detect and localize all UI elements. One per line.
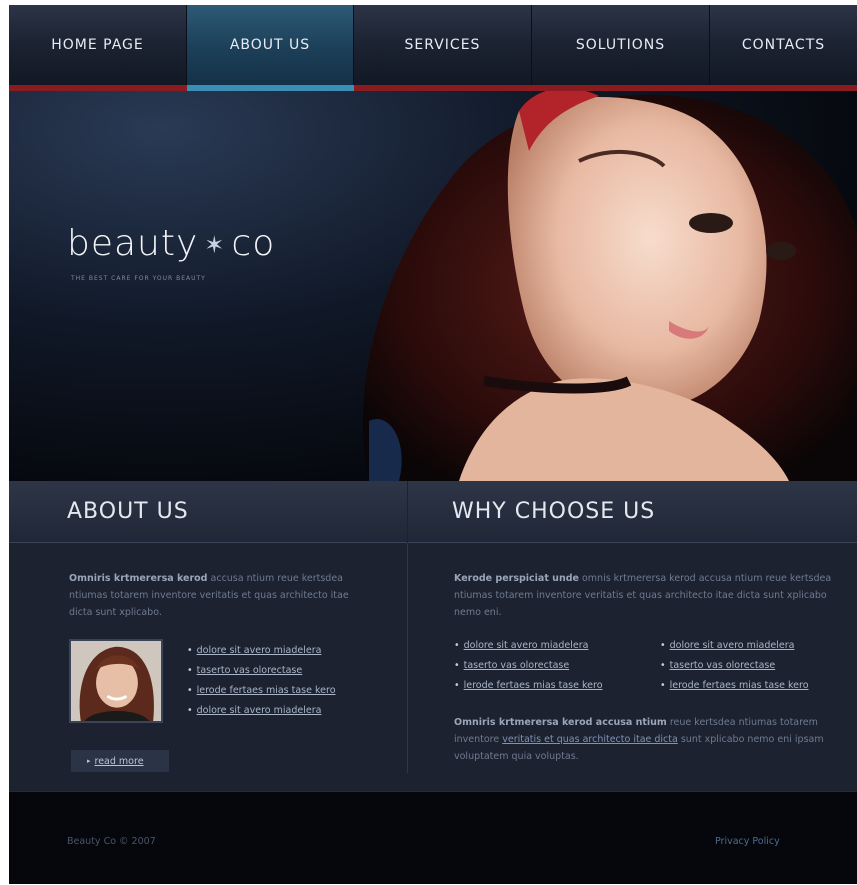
why-link-left-3[interactable]: • lerode fertaes mias tase kero (454, 676, 603, 696)
why-link-right-1[interactable]: • dolore sit avero miadelera (660, 636, 809, 656)
why-link-right-2[interactable]: • taserto vas olorectase (660, 656, 809, 676)
logo-text-left: beauty (67, 223, 199, 264)
privacy-policy-link[interactable]: Privacy Policy (715, 836, 780, 847)
about-link-1[interactable]: • dolore sit avero miadelera (187, 641, 336, 661)
column-divider (407, 543, 408, 773)
footer: Beauty Co © 2007 Privacy Policy (9, 791, 857, 884)
why-link-text[interactable]: lerode fertaes mias tase kero (670, 680, 809, 691)
bullet-icon: • (454, 640, 460, 651)
why-link-right-3[interactable]: • lerode fertaes mias tase kero (660, 676, 809, 696)
why-header: WHY CHOOSE US (408, 481, 857, 543)
bullet-icon: • (187, 645, 193, 656)
why-link-text[interactable]: taserto vas olorectase (464, 660, 570, 671)
about-link-text[interactable]: taserto vas olorectase (197, 665, 303, 676)
bullet-icon: • (660, 680, 666, 691)
about-link-2[interactable]: • taserto vas olorectase (187, 661, 336, 681)
logo-text-right: co (231, 223, 276, 264)
hero-portrait-image (362, 91, 857, 481)
why-link-text[interactable]: lerode fertaes mias tase kero (464, 680, 603, 691)
read-more-label: read more (94, 755, 144, 767)
why-outro: Omniris krtmerersa kerod accusa ntium re… (454, 714, 834, 765)
nav-solutions[interactable]: SOLUTIONS (532, 5, 710, 85)
why-intro: Kerode perspiciat unde omnis krtmerersa … (454, 570, 834, 621)
content-area: ABOUT US WHY CHOOSE US Omniris krtmerers… (9, 481, 857, 791)
brand-logo[interactable]: beauty ✶ co (67, 223, 275, 264)
bullet-icon: • (187, 685, 193, 696)
portrait-thumbnail-image (71, 641, 161, 721)
why-link-text[interactable]: dolore sit avero miadelera (670, 640, 795, 651)
nav-contacts[interactable]: CONTACTS (710, 5, 857, 85)
bullet-icon: • (660, 640, 666, 651)
bullet-icon: • (454, 660, 460, 671)
page-frame: HOME PAGE ABOUT US SERVICES SOLUTIONS CO… (9, 5, 857, 884)
about-header: ABOUT US (9, 481, 407, 543)
why-outro-link[interactable]: veritatis et quas architecto itae dicta (502, 734, 678, 745)
about-title: ABOUT US (67, 499, 189, 524)
about-link-text[interactable]: dolore sit avero miadelera (197, 645, 322, 656)
why-link-left-2[interactable]: • taserto vas olorectase (454, 656, 603, 676)
why-link-left-1[interactable]: • dolore sit avero miadelera (454, 636, 603, 656)
about-link-text[interactable]: lerode fertaes mias tase kero (197, 685, 336, 696)
why-intro-bold: Kerode perspiciat unde (454, 573, 579, 584)
why-link-text[interactable]: dolore sit avero miadelera (464, 640, 589, 651)
why-link-text[interactable]: taserto vas olorectase (670, 660, 776, 671)
about-link-3[interactable]: • lerode fertaes mias tase kero (187, 681, 336, 701)
about-intro-bold: Omniris krtmerersa kerod (69, 573, 208, 584)
bullet-icon: • (454, 680, 460, 691)
about-link-4[interactable]: • dolore sit avero miadelera (187, 701, 336, 721)
nav-home[interactable]: HOME PAGE (9, 5, 187, 85)
main-nav: HOME PAGE ABOUT US SERVICES SOLUTIONS CO… (9, 5, 857, 85)
copyright-text: Beauty Co © 2007 (67, 836, 156, 847)
nav-about-us[interactable]: ABOUT US (187, 5, 354, 85)
bullet-icon: • (660, 660, 666, 671)
star-icon: ✶ (204, 231, 226, 259)
bullet-icon: • (187, 665, 193, 676)
brand-tagline: THE BEST CARE FOR YOUR BEAUTY (71, 275, 206, 282)
why-links-right: • dolore sit avero miadelera • taserto vas… (660, 636, 809, 696)
about-thumbnail (69, 639, 163, 723)
why-outro-bold: Omniris krtmerersa kerod accusa ntium (454, 717, 667, 728)
bullet-icon: • (187, 705, 193, 716)
about-intro: Omniris krtmerersa kerod accusa ntium re… (69, 570, 369, 621)
read-more-button[interactable]: ▸ read more (71, 750, 169, 772)
about-links: • dolore sit avero miadelera • taserto vas… (187, 641, 336, 721)
why-links-left: • dolore sit avero miadelera • taserto vas… (454, 636, 603, 696)
hero-banner: beauty ✶ co THE BEST CARE FOR YOUR BEAUTY (9, 91, 857, 481)
arrow-right-icon: ▸ (87, 757, 91, 765)
about-link-text[interactable]: dolore sit avero miadelera (197, 705, 322, 716)
why-title: WHY CHOOSE US (452, 499, 656, 524)
nav-services[interactable]: SERVICES (354, 5, 532, 85)
